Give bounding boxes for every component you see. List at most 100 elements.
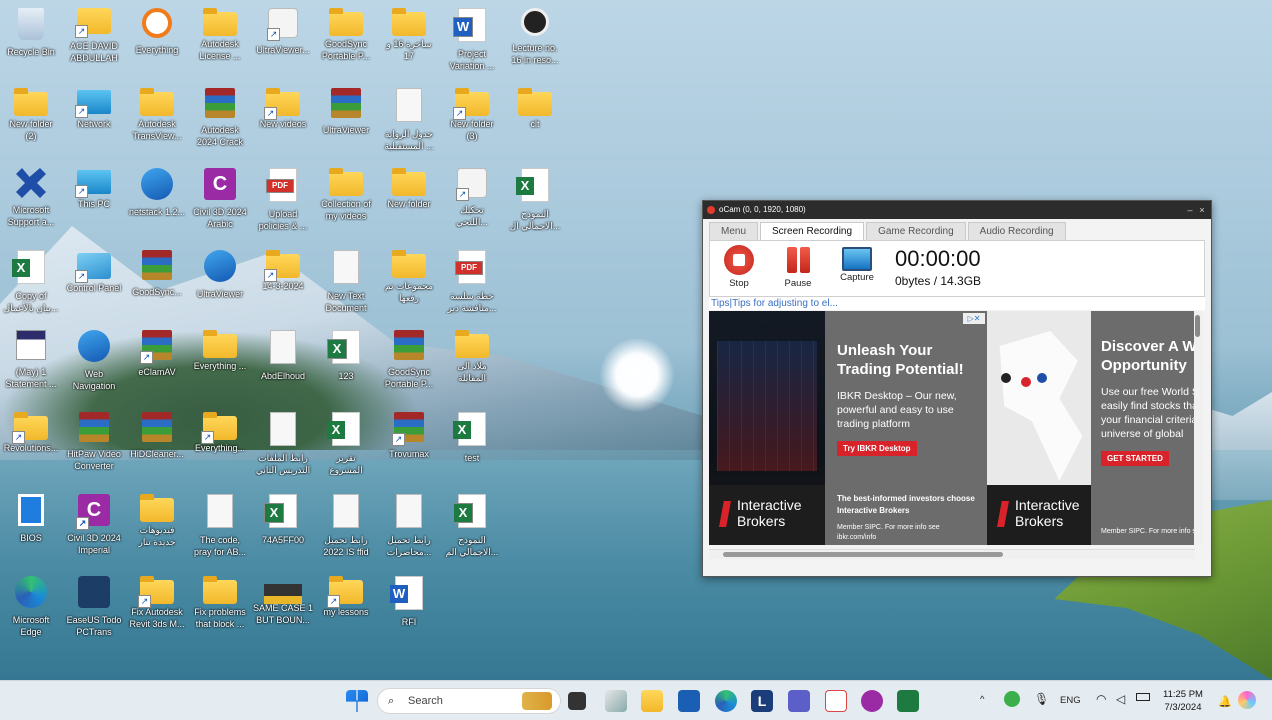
excel-taskbar-icon[interactable] bbox=[897, 690, 919, 712]
desktop-icon[interactable]: Collection of my videos bbox=[315, 168, 377, 222]
desktop-icon[interactable]: Autodesk License ... bbox=[189, 8, 251, 62]
desktop-icon[interactable]: Copy of بيان بالأعمال... bbox=[0, 250, 62, 314]
ocam-taskbar-icon[interactable] bbox=[825, 690, 847, 712]
teams-icon[interactable] bbox=[788, 690, 810, 712]
notification-bell-icon[interactable]: 🔔 bbox=[1218, 695, 1232, 708]
desktop-icon[interactable]: New videos bbox=[252, 88, 314, 130]
chevron-up-icon[interactable]: ^ bbox=[980, 694, 984, 705]
store-icon[interactable] bbox=[678, 690, 700, 712]
ad-panel-trading[interactable]: Unleash Your Trading Potential! IBKR Des… bbox=[825, 311, 987, 545]
desktop-icon[interactable]: Recycle Bin bbox=[0, 8, 62, 58]
volume-icon[interactable]: ◁ bbox=[1116, 692, 1125, 706]
desktop-icon[interactable]: Web Navigation bbox=[63, 330, 125, 392]
desktop-icon[interactable]: GoodSync Portable P... bbox=[315, 8, 377, 62]
desktop-icon[interactable]: New folder (2) bbox=[0, 88, 62, 142]
desktop-icon[interactable]: GoodSync Portable P... bbox=[378, 330, 440, 390]
linkedin-learning-icon[interactable]: L bbox=[751, 690, 773, 712]
ocam-titlebar[interactable]: oCam (0, 0, 1920, 1080) – × bbox=[703, 201, 1211, 219]
ocam-window[interactable]: oCam (0, 0, 1920, 1080) – × Menu Screen … bbox=[702, 200, 1212, 577]
search-input[interactable]: Search bbox=[408, 695, 443, 707]
ad-panel-world[interactable]: Discover A World of Opportunity Use our … bbox=[1091, 311, 1195, 545]
desktop-icon[interactable]: Everything ... bbox=[189, 330, 251, 372]
edge-icon[interactable] bbox=[715, 690, 737, 712]
desktop-icon[interactable]: HitPaw Video Converter bbox=[63, 412, 125, 472]
desktop-icon[interactable]: BIOS bbox=[0, 494, 62, 544]
taskbar-clock[interactable]: 11:25 PM 7/3/2024 bbox=[1158, 688, 1208, 714]
desktop-icon[interactable]: ACE DAVID ABDULLAH bbox=[63, 8, 125, 64]
desktop-icon[interactable]: clt bbox=[504, 88, 566, 130]
task-view-icon[interactable] bbox=[568, 692, 586, 710]
sync-icon[interactable] bbox=[1004, 691, 1020, 707]
desktop-icon[interactable]: New folder (3) bbox=[441, 88, 503, 142]
copilot-icon[interactable] bbox=[1238, 691, 1256, 709]
pc-manager-icon[interactable] bbox=[605, 690, 627, 712]
desktop-icon[interactable]: New folder bbox=[378, 168, 440, 210]
pause-button[interactable]: Pause bbox=[777, 245, 819, 289]
desktop-icon[interactable]: Trovumax bbox=[378, 412, 440, 460]
desktop-icon[interactable]: رابط الملفات التدريس الثاني bbox=[252, 412, 314, 476]
desktop-icon[interactable]: Revolutions... bbox=[0, 412, 62, 454]
desktop-icon[interactable]: The code, pray for AB... bbox=[189, 494, 251, 558]
desktop-icon[interactable]: Fix Autodesk Revit 3ds M... bbox=[126, 576, 188, 630]
tab-menu[interactable]: Menu bbox=[709, 222, 759, 240]
desktop-icon[interactable]: النموذج الاجمالي ال... bbox=[504, 168, 566, 232]
desktop-icon[interactable]: Autodesk TransView... bbox=[126, 88, 188, 142]
battery-icon[interactable] bbox=[1136, 693, 1150, 701]
stop-button[interactable]: Stop bbox=[718, 245, 760, 289]
desktop-icon[interactable]: Microsoft Edge bbox=[0, 576, 62, 638]
desktop-icon[interactable]: ملاذ الى المقابلة bbox=[441, 330, 503, 384]
adchoices-icon[interactable]: ▷✕ bbox=[963, 313, 985, 324]
desktop-icon[interactable]: netstack 1.2... bbox=[126, 168, 188, 218]
desktop-icon[interactable]: Control Panel bbox=[63, 250, 125, 294]
desktop-icon[interactable]: C Civil 3D 2024 Arabic bbox=[189, 168, 251, 230]
desktop-icon[interactable]: HiDCleaner... bbox=[126, 412, 188, 460]
tab-screen-recording[interactable]: Screen Recording bbox=[760, 222, 865, 242]
ad-cta-button[interactable]: Try IBKR Desktop bbox=[837, 441, 917, 456]
desktop-icon[interactable]: UltraViewer... bbox=[252, 8, 314, 56]
desktop-icon[interactable]: ساخرة 16 و 17 bbox=[378, 8, 440, 62]
desktop-icon[interactable]: 14-3-2024 bbox=[252, 250, 314, 292]
desktop-icon[interactable]: my lessons bbox=[315, 576, 377, 618]
vertical-scrollbar[interactable] bbox=[1194, 311, 1202, 545]
desktop-icon[interactable]: Network bbox=[63, 88, 125, 130]
horizontal-scrollbar[interactable] bbox=[709, 549, 1195, 559]
desktop-icon[interactable]: النموذج الاجمالي الم... bbox=[441, 494, 503, 558]
desktop-icon[interactable]: SAME CASE 1 BUT BOUN... bbox=[252, 576, 314, 626]
desktop-icon[interactable]: New Text Document bbox=[315, 250, 377, 314]
desktop-icon[interactable]: UltraViewer bbox=[315, 88, 377, 136]
file-explorer-icon[interactable] bbox=[641, 690, 663, 712]
desktop-icon[interactable]: Autodesk 2024 Crack bbox=[189, 88, 251, 148]
civil3d-taskbar-icon[interactable] bbox=[861, 690, 883, 712]
capture-button[interactable]: Capture bbox=[836, 245, 878, 283]
ad-cta-button-2[interactable]: GET STARTED bbox=[1101, 451, 1169, 466]
desktop-icon[interactable]: رابط تحميل محاضرات... bbox=[378, 494, 440, 558]
desktop-icon[interactable]: (May) 1 Statement ... bbox=[0, 330, 62, 390]
desktop-icon[interactable]: 123 bbox=[315, 330, 377, 382]
desktop-icon[interactable]: GoodSync... bbox=[126, 250, 188, 298]
desktop-icon[interactable]: Upload policies & ... bbox=[252, 168, 314, 232]
desktop-icon[interactable]: Fix problems that block ... bbox=[189, 576, 251, 630]
desktop-icon[interactable]: eClamAV bbox=[126, 330, 188, 378]
desktop-icon[interactable]: C Civil 3D 2024 Imperial bbox=[63, 494, 125, 556]
tips-link[interactable]: Tips|Tips for adjusting to el... bbox=[709, 297, 1205, 310]
desktop-icon[interactable]: تحكيك اللتحي... bbox=[441, 168, 503, 228]
desktop-icon[interactable]: جدول الرواية المستقبلية ... bbox=[378, 88, 440, 152]
desktop-icon[interactable]: فيديوهات جديدة تنار bbox=[126, 494, 188, 548]
desktop-icon[interactable]: This PC bbox=[63, 168, 125, 210]
desktop-icon[interactable]: Microsoft Support a... bbox=[0, 168, 62, 228]
close-icon[interactable]: × bbox=[1195, 201, 1209, 219]
ad-banner[interactable]: Unleash Your Trading Potential! IBKR Des… bbox=[709, 311, 1195, 545]
tab-game-recording[interactable]: Game Recording bbox=[866, 222, 966, 240]
tab-audio-recording[interactable]: Audio Recording bbox=[967, 222, 1066, 240]
wifi-icon[interactable]: ◠ bbox=[1096, 692, 1106, 706]
desktop-icon[interactable]: UltraViewer bbox=[189, 250, 251, 300]
desktop-icon[interactable]: Project Variation ... bbox=[441, 8, 503, 72]
language-indicator[interactable]: ENG bbox=[1060, 695, 1081, 706]
taskbar-search[interactable]: ⌕ Search bbox=[377, 688, 561, 714]
desktop-icon[interactable]: RFI bbox=[378, 576, 440, 628]
desktop-icon[interactable]: AbdElhoud bbox=[252, 330, 314, 382]
desktop-icon[interactable]: Everything... bbox=[189, 412, 251, 454]
desktop-icon[interactable]: EaseUS Todo PCTrans bbox=[63, 576, 125, 638]
desktop-icon[interactable]: 74A5FF00 bbox=[252, 494, 314, 546]
microphone-icon[interactable]: 🎙 bbox=[1034, 692, 1049, 706]
